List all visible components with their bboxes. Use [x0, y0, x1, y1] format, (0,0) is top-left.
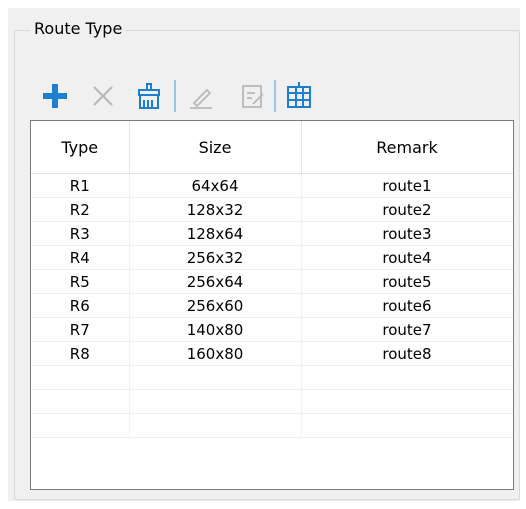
- size-cell[interactable]: 256x60: [129, 293, 302, 318]
- type-cell[interactable]: R5: [31, 269, 130, 294]
- table-row[interactable]: R2 128x32 route2: [31, 197, 513, 222]
- edit-record-icon: [242, 85, 264, 108]
- remark-cell[interactable]: route3: [301, 221, 513, 246]
- empty-row: [31, 365, 513, 390]
- type-cell[interactable]: R4: [31, 245, 130, 270]
- size-cell[interactable]: 160x80: [129, 341, 302, 366]
- type-cell[interactable]: R3: [31, 221, 130, 246]
- empty-cell: [129, 389, 302, 414]
- size-cell[interactable]: 140x80: [129, 317, 302, 342]
- delete-button[interactable]: [86, 76, 120, 116]
- column-header-remark[interactable]: Remark: [301, 121, 513, 174]
- type-cell[interactable]: R2: [31, 197, 130, 222]
- size-cell[interactable]: 256x64: [129, 269, 302, 294]
- edit-record-button[interactable]: [236, 76, 270, 116]
- column-header-size[interactable]: Size: [129, 121, 302, 174]
- empty-cell: [31, 413, 130, 438]
- route-type-table[interactable]: Type Size Remark R1 64x64 route1 R2 128x…: [30, 120, 514, 490]
- remark-cell[interactable]: route4: [301, 245, 513, 270]
- remark-cell[interactable]: route2: [301, 197, 513, 222]
- size-cell[interactable]: 256x32: [129, 245, 302, 270]
- edit-icon: [190, 88, 212, 109]
- table-row[interactable]: R4 256x32 route4: [31, 245, 513, 270]
- edit-button[interactable]: [184, 76, 218, 116]
- table-row[interactable]: R3 128x64 route3: [31, 221, 513, 246]
- type-cell[interactable]: R1: [31, 173, 130, 198]
- remark-cell[interactable]: route6: [301, 293, 513, 318]
- toolbar-separator: [274, 80, 276, 112]
- add-button[interactable]: [38, 76, 72, 116]
- table-button[interactable]: [282, 76, 316, 116]
- table-header-row: Type Size Remark: [31, 121, 513, 174]
- remark-cell[interactable]: route1: [301, 173, 513, 198]
- table-row[interactable]: R5 256x64 route5: [31, 269, 513, 294]
- empty-cell: [31, 389, 130, 414]
- route-type-window: Route Type Type Size Remark R1 64x64 rou…: [0, 0, 526, 509]
- add-icon: [43, 84, 67, 108]
- empty-cell: [129, 365, 302, 390]
- column-header-type[interactable]: Type: [31, 121, 130, 174]
- empty-cell: [301, 413, 513, 438]
- table-icon: [287, 82, 311, 108]
- clear-button[interactable]: [132, 76, 166, 116]
- size-cell[interactable]: 128x32: [129, 197, 302, 222]
- empty-row: [31, 389, 513, 414]
- remark-cell[interactable]: route8: [301, 341, 513, 366]
- empty-cell: [301, 389, 513, 414]
- empty-cell: [129, 413, 302, 438]
- groupbox-title: Route Type: [30, 19, 127, 39]
- table-row[interactable]: R8 160x80 route8: [31, 341, 513, 366]
- table-row[interactable]: R7 140x80 route7: [31, 317, 513, 342]
- size-cell[interactable]: 64x64: [129, 173, 302, 198]
- toolbar: [38, 76, 438, 116]
- delete-icon: [93, 86, 113, 106]
- remark-cell[interactable]: route7: [301, 317, 513, 342]
- empty-cell: [301, 365, 513, 390]
- empty-cell: [31, 365, 130, 390]
- type-cell[interactable]: R7: [31, 317, 130, 342]
- route-type-grid: Type Size Remark R1 64x64 route1 R2 128x…: [31, 121, 513, 438]
- table-row[interactable]: R1 64x64 route1: [31, 173, 513, 198]
- table-row[interactable]: R6 256x60 route6: [31, 293, 513, 318]
- clear-icon: [138, 83, 160, 109]
- size-cell[interactable]: 128x64: [129, 221, 302, 246]
- type-cell[interactable]: R8: [31, 341, 130, 366]
- remark-cell[interactable]: route5: [301, 269, 513, 294]
- type-cell[interactable]: R6: [31, 293, 130, 318]
- empty-row: [31, 413, 513, 438]
- toolbar-separator: [174, 80, 176, 112]
